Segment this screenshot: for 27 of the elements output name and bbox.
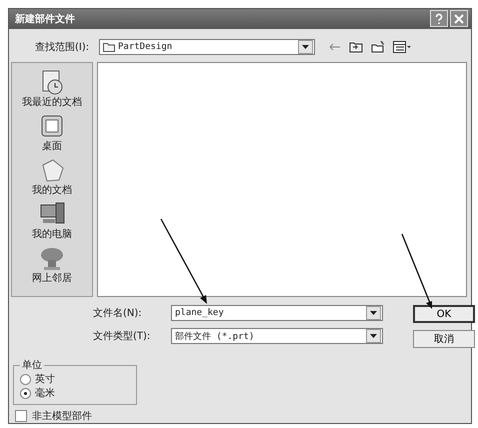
checkbox-label: 非主模型部件 [32,410,92,424]
radio-label: 毫米 [35,386,55,400]
folder-icon [103,42,115,52]
ok-button[interactable]: OK [413,305,475,324]
file-type-dropdown[interactable]: 部件文件 (*.prt) [171,328,383,344]
file-type-label: 文件类型(T): [93,330,152,344]
window-title: 新建部件文件 [15,12,75,26]
checkbox[interactable] [15,410,27,422]
help-icon[interactable] [430,10,448,28]
place-label[interactable]: 我最近的文档 [22,95,82,110]
radio-button[interactable] [20,388,31,399]
file-name-field[interactable]: plane_key [171,305,383,322]
cancel-button[interactable]: 取消 [413,330,475,348]
look-in-dropdown[interactable]: PartDesign [99,38,315,55]
place-label[interactable]: 我的文档 [32,183,72,198]
group-title: 单位 [21,358,43,372]
radio-label: 英寸 [35,372,55,386]
new-folder-icon[interactable] [371,40,385,54]
place-label[interactable]: 桌面 [42,139,62,154]
close-icon[interactable] [450,10,468,28]
back-arrow-icon[interactable] [329,42,341,52]
place-label[interactable]: 我的电脑 [32,227,72,242]
look-in-label: 查找范围(I): [35,40,90,54]
file-name-label: 文件名(N): [93,306,143,320]
radio-button[interactable] [20,374,31,385]
view-menu-icon[interactable] [393,40,411,53]
place-label[interactable]: 网上邻居 [32,271,72,286]
